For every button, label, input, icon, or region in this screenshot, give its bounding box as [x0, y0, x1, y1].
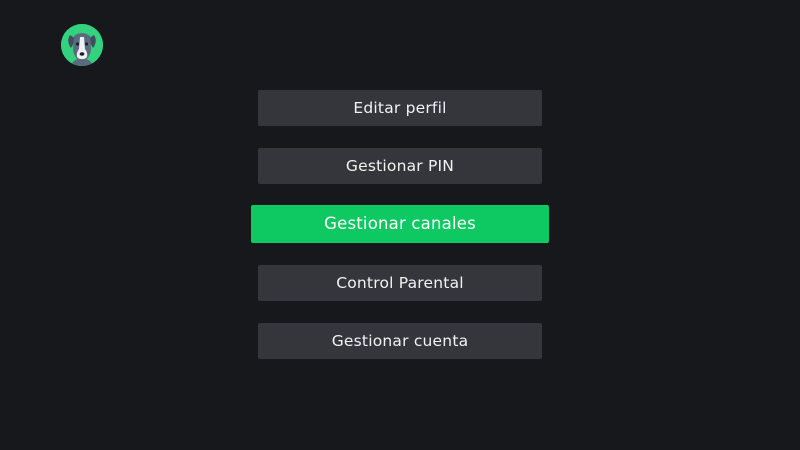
manage-account-button[interactable]: Gestionar cuenta [258, 323, 542, 359]
profile-options-menu: Editar perfil Gestionar PIN Gestionar ca… [0, 0, 800, 450]
edit-profile-button[interactable]: Editar perfil [258, 90, 542, 126]
manage-pin-button[interactable]: Gestionar PIN [258, 148, 542, 184]
parental-control-button[interactable]: Control Parental [258, 265, 542, 301]
manage-channels-button[interactable]: Gestionar canales [251, 205, 549, 243]
